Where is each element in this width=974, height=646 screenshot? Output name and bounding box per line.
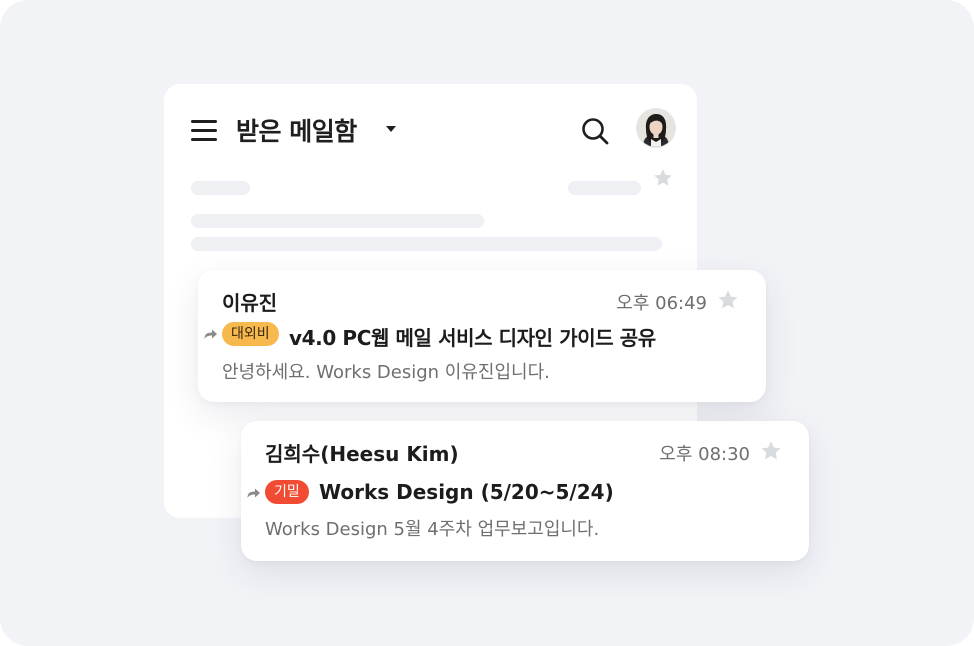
- caret-down-icon[interactable]: [386, 126, 396, 132]
- mail-list-item[interactable]: 김희수(Heesu Kim) 오후 08:30 기밀 Works Design …: [241, 421, 809, 561]
- star-icon[interactable]: [759, 439, 783, 463]
- mail-list-item[interactable]: 이유진 오후 06:49 대외비 v4.0 PC웹 메일 서비스 디자인 가이드…: [198, 270, 766, 402]
- mail-subject: v4.0 PC웹 메일 서비스 디자인 가이드 공유: [289, 326, 656, 350]
- search-icon[interactable]: [580, 116, 610, 146]
- avatar[interactable]: [637, 109, 675, 147]
- sender-name: 이유진: [222, 291, 278, 315]
- folder-title[interactable]: 받은 메일함: [236, 112, 357, 148]
- tag-label: 대외비: [222, 322, 279, 346]
- page-background: 받은 메일함 이유진 오후 06:49 대외비 v4.0 PC웹 메일 서비스 …: [0, 0, 974, 646]
- forward-arrow-icon: [247, 488, 260, 498]
- placeholder-bar: [191, 237, 662, 251]
- placeholder-bar: [568, 181, 641, 195]
- received-time: 오후 08:30: [659, 444, 750, 465]
- mail-preview: Works Design 5월 4주차 업무보고입니다.: [265, 519, 600, 540]
- forward-arrow-icon: [204, 329, 217, 339]
- mail-subject: Works Design (5/20~5/24): [319, 480, 614, 504]
- received-time: 오후 06:49: [616, 293, 707, 314]
- placeholder-bar: [191, 214, 484, 228]
- sender-name: 김희수(Heesu Kim): [265, 442, 459, 466]
- placeholder-bar: [191, 181, 250, 195]
- tag-label: 기밀: [265, 480, 309, 504]
- star-icon[interactable]: [652, 167, 674, 189]
- hamburger-menu-icon[interactable]: [191, 120, 217, 142]
- mail-preview: 안녕하세요. Works Design 이유진입니다.: [222, 362, 550, 383]
- star-icon[interactable]: [716, 288, 740, 312]
